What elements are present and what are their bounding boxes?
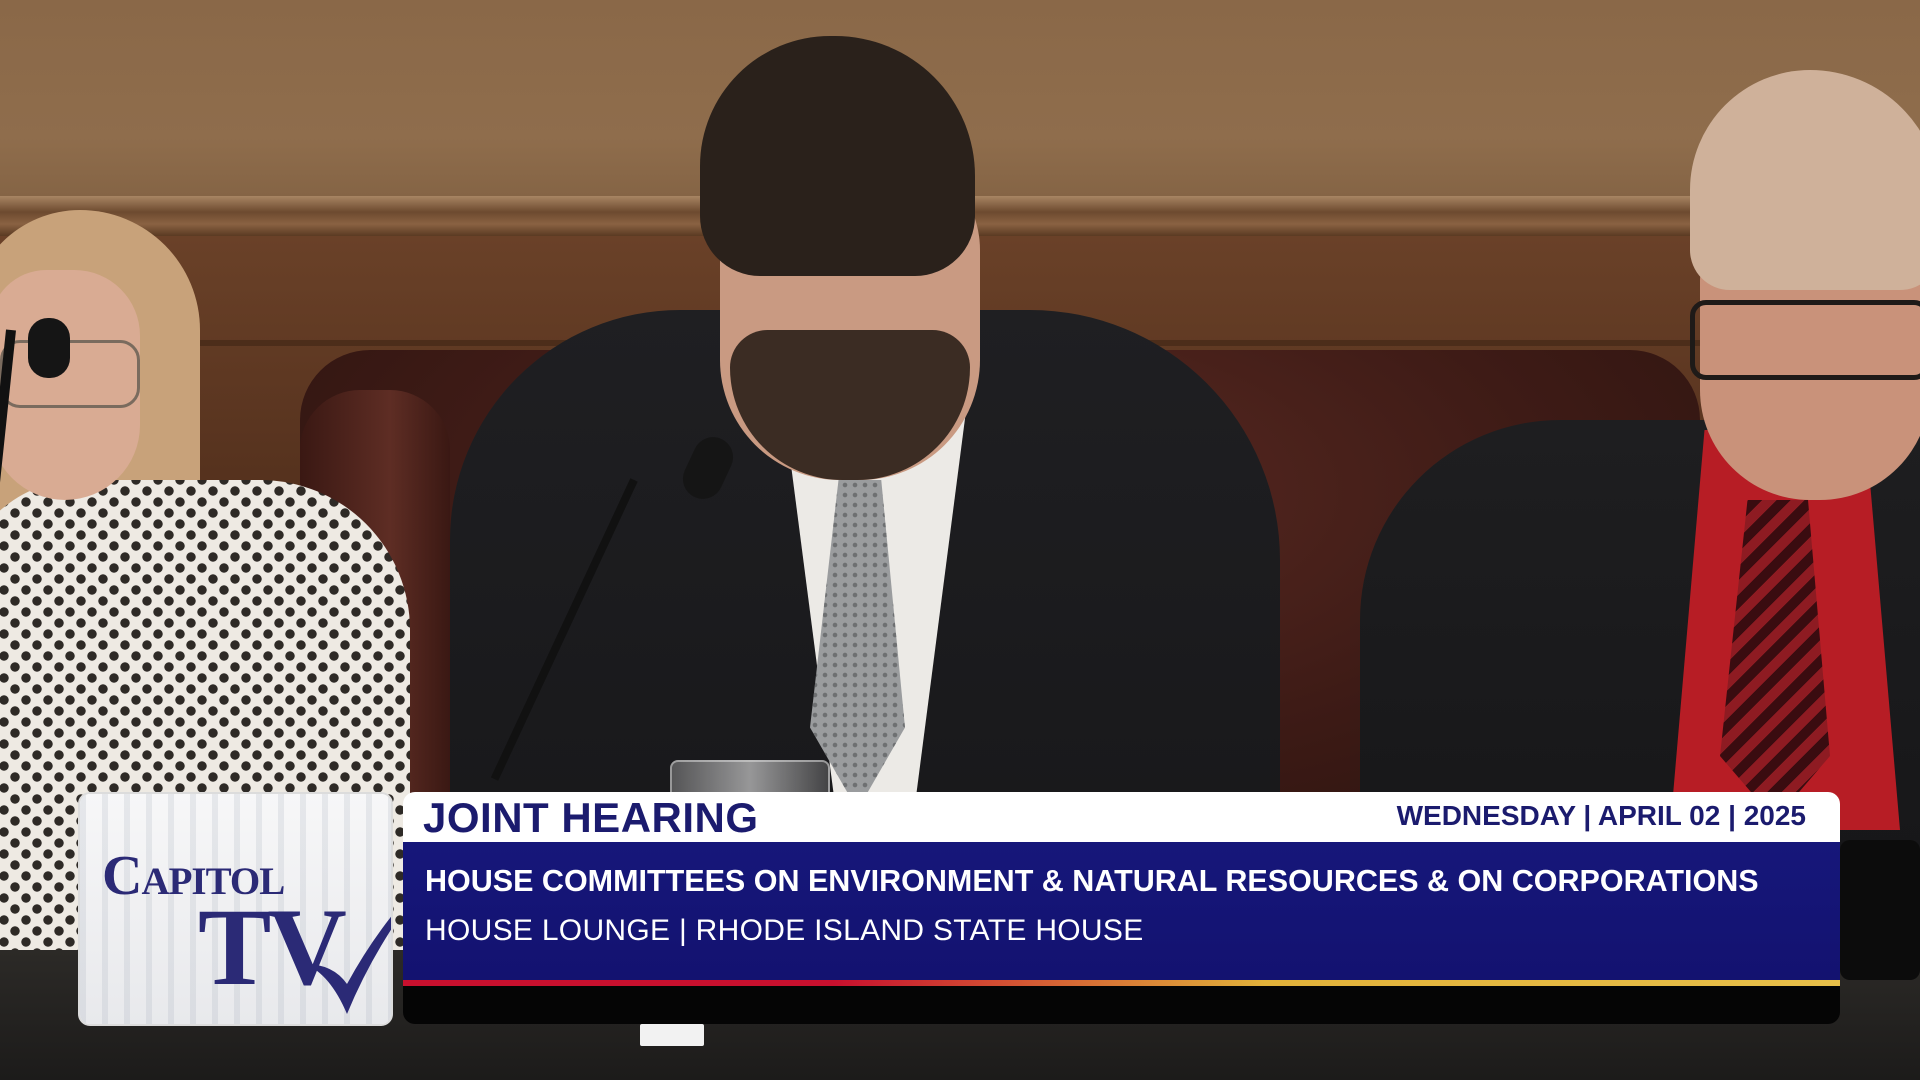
lower-third-title-bar: JOINT HEARING WEDNESDAY | APRIL 02 | 202… xyxy=(403,792,1840,842)
lower-third-info-bar: HOUSE COMMITTEES ON ENVIRONMENT & NATURA… xyxy=(403,842,1840,980)
desk-nameplate xyxy=(640,1024,704,1046)
lower-third-bottom-bar xyxy=(403,986,1840,1024)
hearing-date: WEDNESDAY | APRIL 02 | 2025 xyxy=(1396,800,1806,831)
logo-text-tv: TV xyxy=(198,886,347,1008)
right-person-glasses xyxy=(1690,300,1920,380)
hearing-location: HOUSE LOUNGE | RHODE ISLAND STATE HOUSE xyxy=(425,914,1144,947)
desk-device xyxy=(1840,840,1920,980)
committee-name: HOUSE COMMITTEES ON ENVIRONMENT & NATURA… xyxy=(425,864,1759,898)
hearing-title: JOINT HEARING xyxy=(423,794,759,841)
left-person-glasses xyxy=(0,340,140,408)
video-frame: Capitol TV JOINT HEARING WEDNESDAY | APR… xyxy=(0,0,1920,1080)
capitol-tv-logo: Capitol TV xyxy=(78,792,393,1026)
microphone-left xyxy=(28,318,70,378)
